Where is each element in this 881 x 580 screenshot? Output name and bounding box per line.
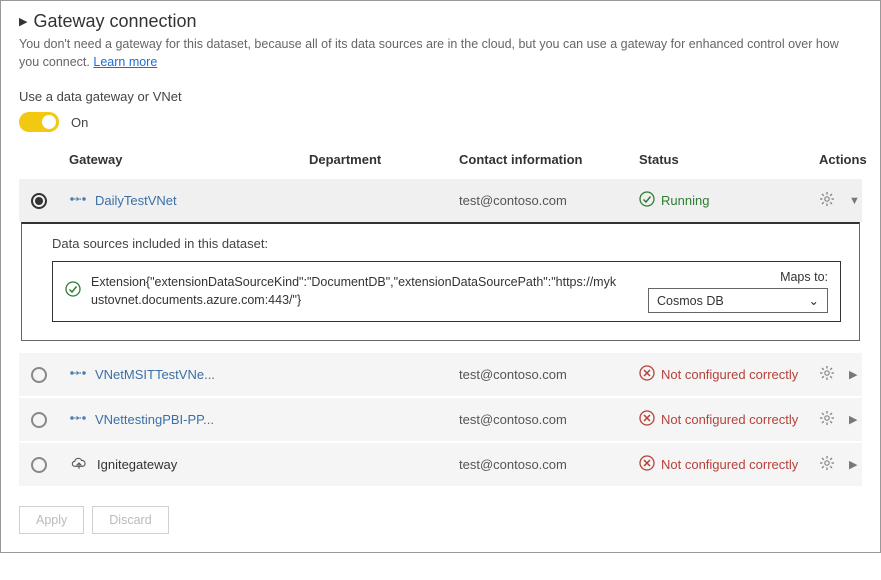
radio-select-gateway[interactable]	[31, 367, 47, 383]
gateway-row[interactable]: VNetMSITTestVNe... test@contoso.com Not …	[19, 353, 862, 396]
settings-icon[interactable]	[819, 410, 835, 429]
settings-icon[interactable]	[819, 191, 835, 210]
expand-row-icon[interactable]: ▶	[849, 413, 857, 426]
datasource-panel: Data sources included in this dataset: E…	[21, 222, 860, 341]
datasource-header: Data sources included in this dataset:	[52, 236, 841, 251]
expand-row-icon[interactable]: ▶	[849, 368, 857, 381]
learn-more-link[interactable]: Learn more	[93, 55, 157, 69]
cloud-gateway-icon	[69, 455, 89, 474]
vnet-icon	[69, 192, 87, 209]
datasource-text: Extension{"extensionDataSourceKind":"Doc…	[91, 274, 618, 309]
maps-to-label: Maps to:	[780, 270, 828, 284]
vnet-icon	[69, 366, 87, 383]
radio-select-gateway[interactable]	[31, 412, 47, 428]
col-header-status: Status	[639, 152, 819, 167]
status-error-icon	[639, 410, 655, 429]
col-header-department: Department	[309, 152, 459, 167]
gateway-name[interactable]: VNettestingPBI-PP...	[95, 412, 214, 427]
status-error-icon	[639, 365, 655, 384]
gateway-name[interactable]: VNetMSITTestVNe...	[95, 367, 215, 382]
page-title: Gateway connection	[33, 11, 196, 32]
col-header-contact: Contact information	[459, 152, 639, 167]
discard-button[interactable]: Discard	[92, 506, 168, 534]
radio-select-gateway[interactable]	[31, 457, 47, 473]
col-header-actions: Actions	[819, 152, 873, 167]
col-header-gateway: Gateway	[69, 152, 309, 167]
settings-icon[interactable]	[819, 365, 835, 384]
status-text: Running	[661, 193, 709, 208]
collapse-row-icon[interactable]: ▼	[849, 195, 860, 207]
status-text: Not configured correctly	[661, 367, 798, 382]
toggle-state-label: On	[71, 115, 88, 130]
gateway-row[interactable]: VNettestingPBI-PP... test@contoso.com No…	[19, 398, 862, 441]
chevron-down-icon: ⌄	[809, 293, 819, 308]
gateway-name[interactable]: DailyTestVNet	[95, 193, 177, 208]
radio-select-gateway[interactable]	[31, 193, 47, 209]
gateway-row[interactable]: Ignitegateway test@contoso.com Not confi…	[19, 443, 862, 486]
apply-button[interactable]: Apply	[19, 506, 84, 534]
datasource-ok-icon	[65, 281, 81, 302]
status-running-icon	[639, 191, 655, 210]
gateway-contact: test@contoso.com	[459, 367, 639, 382]
settings-icon[interactable]	[819, 455, 835, 474]
gateway-row[interactable]: DailyTestVNet test@contoso.com Running ▼	[19, 179, 862, 222]
gateway-name[interactable]: Ignitegateway	[97, 457, 177, 472]
gateway-toggle-label: Use a data gateway or VNet	[19, 89, 862, 104]
expand-row-icon[interactable]: ▶	[849, 458, 857, 471]
collapse-caret-icon[interactable]: ▶	[19, 15, 27, 28]
gateway-contact: test@contoso.com	[459, 457, 639, 472]
description-text: You don't need a gateway for this datase…	[19, 36, 862, 71]
status-error-icon	[639, 455, 655, 474]
gateway-contact: test@contoso.com	[459, 412, 639, 427]
gateway-toggle[interactable]	[19, 112, 59, 132]
status-text: Not configured correctly	[661, 412, 798, 427]
maps-to-dropdown[interactable]: Cosmos DB ⌄	[648, 288, 828, 313]
status-text: Not configured correctly	[661, 457, 798, 472]
gateway-contact: test@contoso.com	[459, 193, 639, 208]
vnet-icon	[69, 411, 87, 428]
